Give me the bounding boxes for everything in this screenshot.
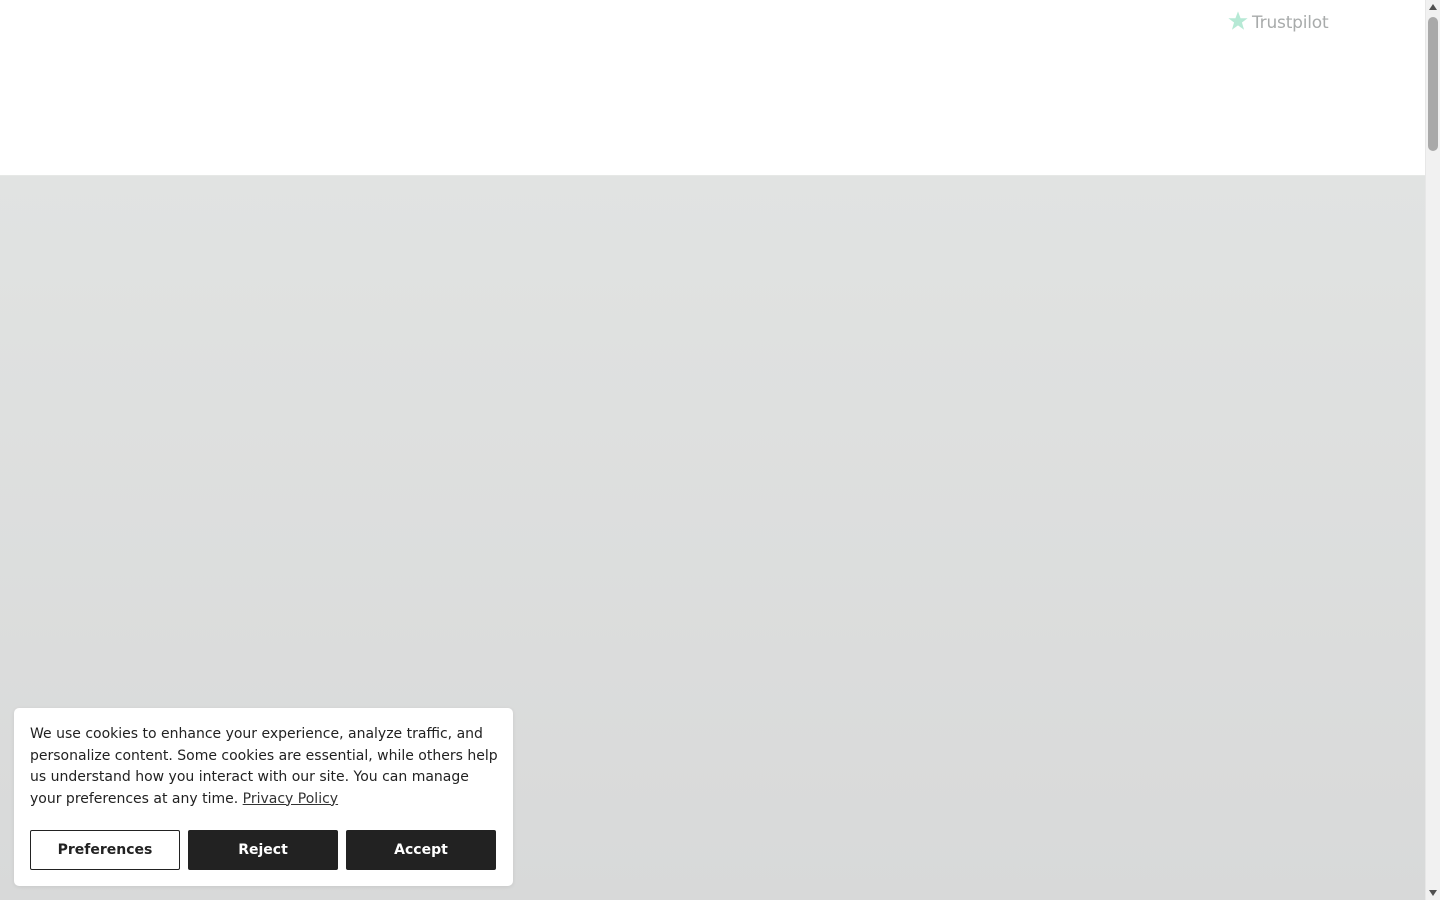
accept-button[interactable]: Accept — [346, 830, 496, 870]
site-header: Trustpilot — [0, 0, 1425, 176]
reject-button[interactable]: Reject — [188, 830, 338, 870]
privacy-policy-link[interactable]: Privacy Policy — [243, 791, 338, 807]
vertical-scrollbar[interactable] — [1425, 0, 1440, 900]
trustpilot-link[interactable]: Trustpilot — [1227, 10, 1329, 37]
scroll-thumb[interactable] — [1428, 17, 1438, 151]
preferences-button[interactable]: Preferences — [30, 830, 180, 870]
scroll-down-icon[interactable] — [1429, 890, 1437, 896]
trustpilot-star-icon — [1227, 10, 1249, 37]
cookie-button-row: Preferences Reject Accept — [30, 830, 496, 870]
cookie-banner: We use cookies to enhance your experienc… — [14, 708, 513, 886]
scroll-up-icon[interactable] — [1429, 4, 1437, 10]
page: Trustpilot We use cookies to enhance you… — [0, 0, 1440, 900]
trustpilot-label: Trustpilot — [1252, 13, 1329, 33]
cookie-message: We use cookies to enhance your experienc… — [30, 724, 500, 810]
